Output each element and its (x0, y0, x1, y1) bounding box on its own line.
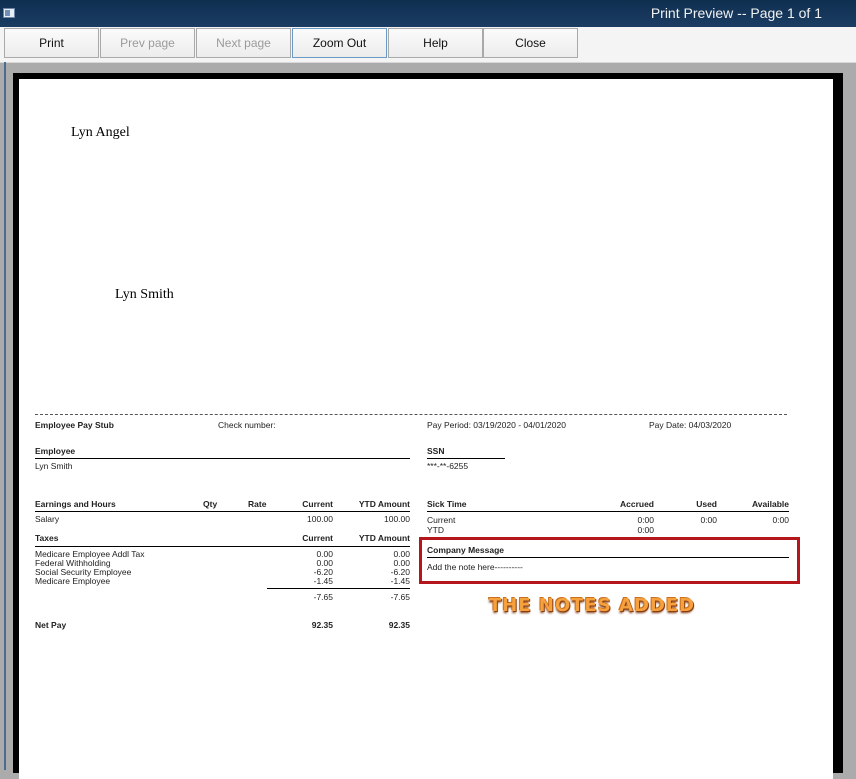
pay-date: Pay Date: 04/03/2020 (649, 420, 732, 430)
earnings-header: Earnings and Hours (35, 499, 116, 509)
sick-row-label: Current (427, 515, 456, 525)
total-divider (267, 588, 410, 589)
prev-page-button[interactable]: Prev page (100, 28, 195, 58)
divider (427, 458, 505, 459)
sick-accrued: 0:00 (637, 525, 654, 535)
sick-time-header: Sick Time (427, 499, 467, 509)
ssn-label: SSN (427, 446, 445, 456)
divider (35, 458, 410, 459)
divider (35, 511, 410, 512)
divider (427, 511, 789, 512)
available-header: Available (751, 499, 789, 509)
sick-accrued: 0:00 (637, 515, 654, 525)
app-window-icon (3, 8, 15, 18)
window-title: Print Preview -- Page 1 of 1 (650, 5, 822, 21)
accrued-header: Accrued (619, 499, 654, 509)
earning-current: 100.00 (307, 514, 333, 524)
taxes-ytd-header: YTD Amount (358, 533, 410, 543)
earning-ytd: 100.00 (384, 514, 410, 524)
tax-current: -1.45 (313, 576, 333, 586)
used-header: Used (696, 499, 717, 509)
print-button[interactable]: Print (4, 28, 99, 58)
qty-header: Qty (203, 499, 218, 509)
toolbar: Print Prev page Next page Zoom Out Help … (0, 27, 856, 63)
earning-name: Salary (35, 514, 60, 524)
current-header: Current (302, 499, 333, 509)
annotation-label: THE NOTES ADDED (489, 595, 696, 616)
next-page-button[interactable]: Next page (196, 28, 291, 58)
company-name: Lyn Angel (71, 125, 130, 140)
rate-header: Rate (248, 499, 267, 509)
stub-title: Employee Pay Stub (35, 420, 114, 430)
title-bar: Print Preview -- Page 1 of 1 (0, 0, 856, 27)
sick-available: 0:00 (772, 515, 789, 525)
highlight-box (419, 537, 800, 584)
pay-period: Pay Period: 03/19/2020 - 04/01/2020 (427, 420, 566, 430)
taxes-total-current: -7.65 (313, 592, 333, 602)
taxes-header: Taxes (35, 533, 59, 543)
taxes-total-ytd: -7.65 (390, 592, 410, 602)
payee-name: Lyn Smith (115, 287, 174, 302)
zoom-out-button[interactable]: Zoom Out (292, 28, 387, 58)
ssn-value: ***-**-6255 (427, 461, 469, 471)
divider (35, 546, 410, 547)
taxes-current-header: Current (302, 533, 333, 543)
help-button[interactable]: Help (388, 28, 483, 58)
net-pay-current: 92.35 (311, 620, 333, 630)
ytd-header: YTD Amount (358, 499, 410, 509)
employee-name: Lyn Smith (35, 461, 73, 471)
sick-row-label: YTD (427, 525, 444, 535)
employee-label: Employee (35, 446, 76, 456)
check-number-label: Check number: (218, 420, 276, 430)
net-pay-ytd: 92.35 (388, 620, 410, 630)
print-page[interactable]: Lyn Angel Lyn Smith Employee Pay Stub Ch… (19, 79, 833, 779)
close-button[interactable]: Close (483, 28, 578, 58)
tax-name: Medicare Employee (35, 576, 111, 586)
tax-ytd: -1.45 (390, 576, 410, 586)
window-edge (4, 62, 6, 770)
net-pay-label: Net Pay (35, 620, 67, 630)
perforation-line (35, 414, 787, 415)
sick-used: 0:00 (700, 515, 717, 525)
